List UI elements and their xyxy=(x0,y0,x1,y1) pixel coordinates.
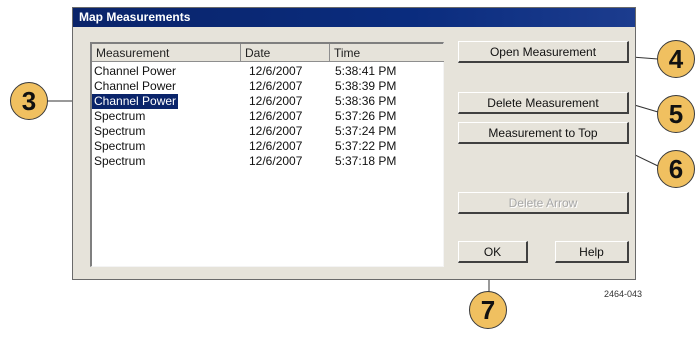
column-header-measurement[interactable]: Measurement xyxy=(92,44,241,62)
callout-3: 3 xyxy=(10,82,48,120)
open-measurement-button[interactable]: Open Measurement xyxy=(458,41,629,63)
ok-button[interactable]: OK xyxy=(458,241,528,263)
row-measurement: Channel Power xyxy=(92,94,179,109)
callout-6: 6 xyxy=(657,150,695,188)
map-measurements-dialog: Map Measurements Measurement Date Time C… xyxy=(72,7,636,280)
row-date: 12/6/2007 xyxy=(249,139,303,153)
list-row[interactable]: Channel Power 12/6/2007 5:38:39 PM xyxy=(92,79,444,94)
row-time: 5:38:41 PM xyxy=(335,64,397,78)
row-time: 5:37:18 PM xyxy=(335,154,397,168)
callout-7: 7 xyxy=(469,291,507,329)
row-time: 5:37:24 PM xyxy=(335,124,397,138)
dialog-title[interactable]: Map Measurements xyxy=(73,8,635,27)
row-time: 5:37:22 PM xyxy=(335,139,397,153)
row-measurement: Channel Power xyxy=(94,79,177,93)
list-row[interactable]: Spectrum 12/6/2007 5:37:18 PM xyxy=(92,154,444,169)
list-row[interactable]: Spectrum 12/6/2007 5:37:26 PM xyxy=(92,109,444,124)
row-date: 12/6/2007 xyxy=(249,64,303,78)
figure-code: 2464-043 xyxy=(604,289,643,299)
list-row[interactable]: Spectrum 12/6/2007 5:37:24 PM xyxy=(92,124,444,139)
row-date: 12/6/2007 xyxy=(249,79,303,93)
help-button[interactable]: Help xyxy=(555,241,629,263)
column-header-date[interactable]: Date xyxy=(241,44,330,62)
list-row-selected[interactable]: Channel Power 12/6/2007 5:38:36 PM xyxy=(92,94,444,109)
row-measurement: Spectrum xyxy=(94,109,146,123)
measurement-list[interactable]: Measurement Date Time Channel Power 12/6… xyxy=(90,42,444,267)
column-header-time[interactable]: Time xyxy=(330,44,444,62)
row-date: 12/6/2007 xyxy=(249,124,303,138)
callout-4: 4 xyxy=(657,40,695,78)
row-date: 12/6/2007 xyxy=(249,109,303,123)
list-row[interactable]: Channel Power 12/6/2007 5:38:41 PM xyxy=(92,64,444,79)
row-measurement: Channel Power xyxy=(94,64,177,78)
row-date: 12/6/2007 xyxy=(249,94,303,108)
callout-5: 5 xyxy=(657,95,695,133)
list-header: Measurement Date Time xyxy=(92,44,444,62)
delete-measurement-button[interactable]: Delete Measurement xyxy=(458,92,629,114)
row-time: 5:38:36 PM xyxy=(335,94,397,108)
list-row[interactable]: Spectrum 12/6/2007 5:37:22 PM xyxy=(92,139,444,154)
row-measurement: Spectrum xyxy=(94,139,146,153)
row-measurement: Spectrum xyxy=(94,124,146,138)
row-date: 12/6/2007 xyxy=(249,154,303,168)
row-time: 5:37:26 PM xyxy=(335,109,397,123)
delete-arrow-button: Delete Arrow xyxy=(458,192,629,214)
row-measurement: Spectrum xyxy=(94,154,146,168)
row-time: 5:38:39 PM xyxy=(335,79,397,93)
measurement-to-top-button[interactable]: Measurement to Top xyxy=(458,122,629,144)
